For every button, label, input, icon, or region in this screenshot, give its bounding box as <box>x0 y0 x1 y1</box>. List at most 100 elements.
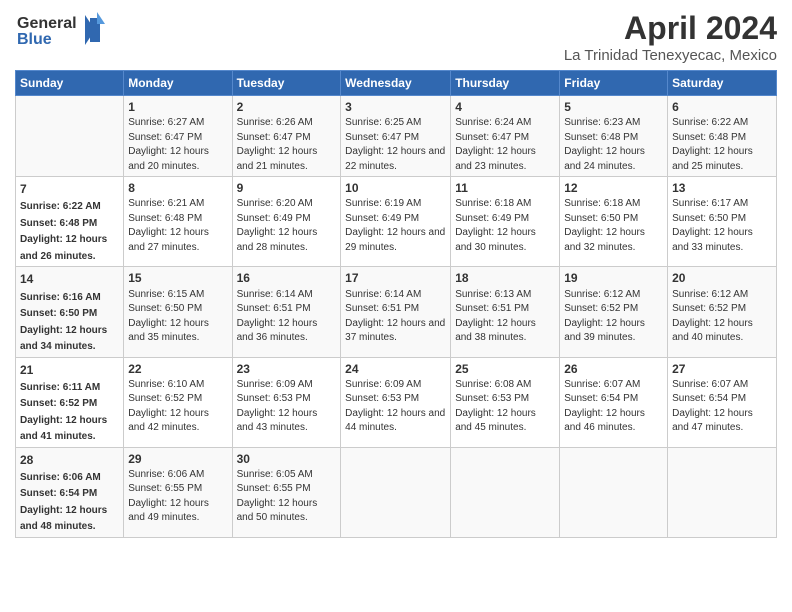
calendar-cell: 1Sunrise: 6:27 AMSunset: 6:47 PMDaylight… <box>124 96 232 177</box>
day-daylight: Daylight: 12 hours and 25 minutes. <box>672 146 753 172</box>
day-sunrise: Sunrise: 6:18 AM <box>455 198 531 209</box>
day-daylight: Daylight: 12 hours and 48 minutes. <box>20 505 107 533</box>
calendar-cell: 11Sunrise: 6:18 AMSunset: 6:49 PMDayligh… <box>451 177 560 267</box>
title-block: April 2024 La Trinidad Tenexyecac, Mexic… <box>564 10 777 64</box>
calendar-cell: 5Sunrise: 6:23 AMSunset: 6:48 PMDaylight… <box>560 96 668 177</box>
day-daylight: Daylight: 12 hours and 44 minutes. <box>345 408 445 434</box>
day-daylight: Daylight: 12 hours and 35 minutes. <box>128 318 209 344</box>
day-daylight: Daylight: 12 hours and 43 minutes. <box>237 408 318 434</box>
day-sunrise: Sunrise: 6:18 AM <box>564 198 640 209</box>
day-sunrise: Sunrise: 6:22 AM <box>672 117 748 128</box>
day-number: 6 <box>672 99 772 115</box>
day-number: 26 <box>564 361 663 377</box>
day-sunrise: Sunrise: 6:25 AM <box>345 117 421 128</box>
calendar-cell: 22Sunrise: 6:10 AMSunset: 6:52 PMDayligh… <box>124 357 232 447</box>
calendar-cell: 30Sunrise: 6:05 AMSunset: 6:55 PMDayligh… <box>232 447 341 537</box>
day-sunrise: Sunrise: 6:14 AM <box>237 289 313 300</box>
day-sunrise: Sunrise: 6:05 AM <box>237 469 313 480</box>
day-sunrise: Sunrise: 6:22 AM <box>20 201 101 212</box>
col-wednesday: Wednesday <box>341 71 451 96</box>
day-number: 17 <box>345 270 446 286</box>
calendar-cell: 26 Sunrise: 6:07 AM Sunset: 6:54 PM Dayligh… <box>560 357 668 447</box>
calendar-cell <box>341 447 451 537</box>
day-daylight: Daylight: 12 hours and 47 minutes. <box>672 408 753 434</box>
calendar-cell: 6 Sunrise: 6:22 AM Sunset: 6:48 PM Daylight… <box>668 96 777 177</box>
calendar-row-3: 21Sunrise: 6:11 AMSunset: 6:52 PMDayligh… <box>16 357 777 447</box>
col-tuesday: Tuesday <box>232 71 341 96</box>
day-sunset: Sunset: 6:54 PM <box>564 393 638 404</box>
day-sunrise: Sunrise: 6:21 AM <box>128 198 204 209</box>
header-row: Sunday Monday Tuesday Wednesday Thursday… <box>16 71 777 96</box>
day-sunset: Sunset: 6:53 PM <box>237 393 311 404</box>
calendar-cell: 8Sunrise: 6:21 AMSunset: 6:48 PMDaylight… <box>124 177 232 267</box>
day-daylight: Daylight: 12 hours and 37 minutes. <box>345 318 445 344</box>
day-number: 1 <box>128 99 227 115</box>
header: General Blue April 2024 La Trinidad Tene… <box>15 10 777 64</box>
day-sunset: Sunset: 6:54 PM <box>672 393 746 404</box>
day-sunset: Sunset: 6:51 PM <box>345 303 419 314</box>
day-sunset: Sunset: 6:52 PM <box>128 393 202 404</box>
day-sunrise: Sunrise: 6:17 AM <box>672 198 748 209</box>
day-number: 3 <box>345 99 446 115</box>
day-sunset: Sunset: 6:47 PM <box>237 132 311 143</box>
day-sunrise: Sunrise: 6:08 AM <box>455 379 531 390</box>
day-sunset: Sunset: 6:48 PM <box>672 132 746 143</box>
calendar-cell <box>560 447 668 537</box>
day-sunrise: Sunrise: 6:20 AM <box>237 198 313 209</box>
calendar-page: General Blue April 2024 La Trinidad Tene… <box>0 0 792 612</box>
logo: General Blue <box>15 10 105 57</box>
day-number: 11 <box>455 180 555 196</box>
calendar-cell <box>668 447 777 537</box>
day-sunrise: Sunrise: 6:07 AM <box>564 379 640 390</box>
calendar-cell: 9Sunrise: 6:20 AMSunset: 6:49 PMDaylight… <box>232 177 341 267</box>
col-thursday: Thursday <box>451 71 560 96</box>
day-sunrise: Sunrise: 6:15 AM <box>128 289 204 300</box>
day-number: 21 <box>20 362 119 378</box>
calendar-row-4: 28Sunrise: 6:06 AMSunset: 6:54 PMDayligh… <box>16 447 777 537</box>
calendar-row-0: 1 Sunrise: 6:27 AM Sunset: 6:47 PM Daylight… <box>16 96 777 177</box>
day-sunrise: Sunrise: 6:27 AM <box>128 117 204 128</box>
day-number: 24 <box>345 361 446 377</box>
calendar-cell: 23Sunrise: 6:09 AMSunset: 6:53 PMDayligh… <box>232 357 341 447</box>
day-daylight: Daylight: 12 hours and 29 minutes. <box>345 227 445 253</box>
calendar-cell: 12Sunrise: 6:18 AMSunset: 6:50 PMDayligh… <box>560 177 668 267</box>
day-number: 7 <box>20 181 119 197</box>
day-sunrise: Sunrise: 6:16 AM <box>20 292 101 303</box>
day-sunset: Sunset: 6:50 PM <box>128 303 202 314</box>
calendar-table: Sunday Monday Tuesday Wednesday Thursday… <box>15 70 777 538</box>
calendar-cell: 3Sunrise: 6:25 AMSunset: 6:47 PMDaylight… <box>341 96 451 177</box>
day-sunset: Sunset: 6:47 PM <box>128 132 202 143</box>
calendar-cell <box>16 96 124 177</box>
subtitle: La Trinidad Tenexyecac, Mexico <box>564 47 777 64</box>
calendar-cell: 10Sunrise: 6:19 AMSunset: 6:49 PMDayligh… <box>341 177 451 267</box>
day-sunrise: Sunrise: 6:09 AM <box>345 379 421 390</box>
day-sunset: Sunset: 6:48 PM <box>20 218 97 229</box>
calendar-cell: 7Sunrise: 6:22 AMSunset: 6:48 PMDaylight… <box>16 177 124 267</box>
day-sunset: Sunset: 6:49 PM <box>237 213 311 224</box>
day-number: 4 <box>455 99 555 115</box>
calendar-cell: 28Sunrise: 6:06 AMSunset: 6:54 PMDayligh… <box>16 447 124 537</box>
day-daylight: Daylight: 12 hours and 23 minutes. <box>455 146 536 172</box>
calendar-cell: 18Sunrise: 6:13 AMSunset: 6:51 PMDayligh… <box>451 267 560 357</box>
day-number: 16 <box>237 270 337 286</box>
col-friday: Friday <box>560 71 668 96</box>
day-sunset: Sunset: 6:50 PM <box>20 308 97 319</box>
day-sunrise: Sunrise: 6:14 AM <box>345 289 421 300</box>
day-number: 5 <box>564 99 663 115</box>
day-daylight: Daylight: 12 hours and 24 minutes. <box>564 146 645 172</box>
calendar-cell: 25Sunrise: 6:08 AMSunset: 6:53 PMDayligh… <box>451 357 560 447</box>
day-number: 22 <box>128 361 227 377</box>
day-number: 23 <box>237 361 337 377</box>
day-daylight: Daylight: 12 hours and 39 minutes. <box>564 318 645 344</box>
day-number: 8 <box>128 180 227 196</box>
day-sunrise: Sunrise: 6:19 AM <box>345 198 421 209</box>
day-sunset: Sunset: 6:52 PM <box>564 303 638 314</box>
day-sunrise: Sunrise: 6:13 AM <box>455 289 531 300</box>
calendar-cell: 19Sunrise: 6:12 AMSunset: 6:52 PMDayligh… <box>560 267 668 357</box>
calendar-row-2: 14Sunrise: 6:16 AMSunset: 6:50 PMDayligh… <box>16 267 777 357</box>
col-sunday: Sunday <box>16 71 124 96</box>
day-sunset: Sunset: 6:47 PM <box>455 132 529 143</box>
day-number: 9 <box>237 180 337 196</box>
day-number: 12 <box>564 180 663 196</box>
day-daylight: Daylight: 12 hours and 46 minutes. <box>564 408 645 434</box>
